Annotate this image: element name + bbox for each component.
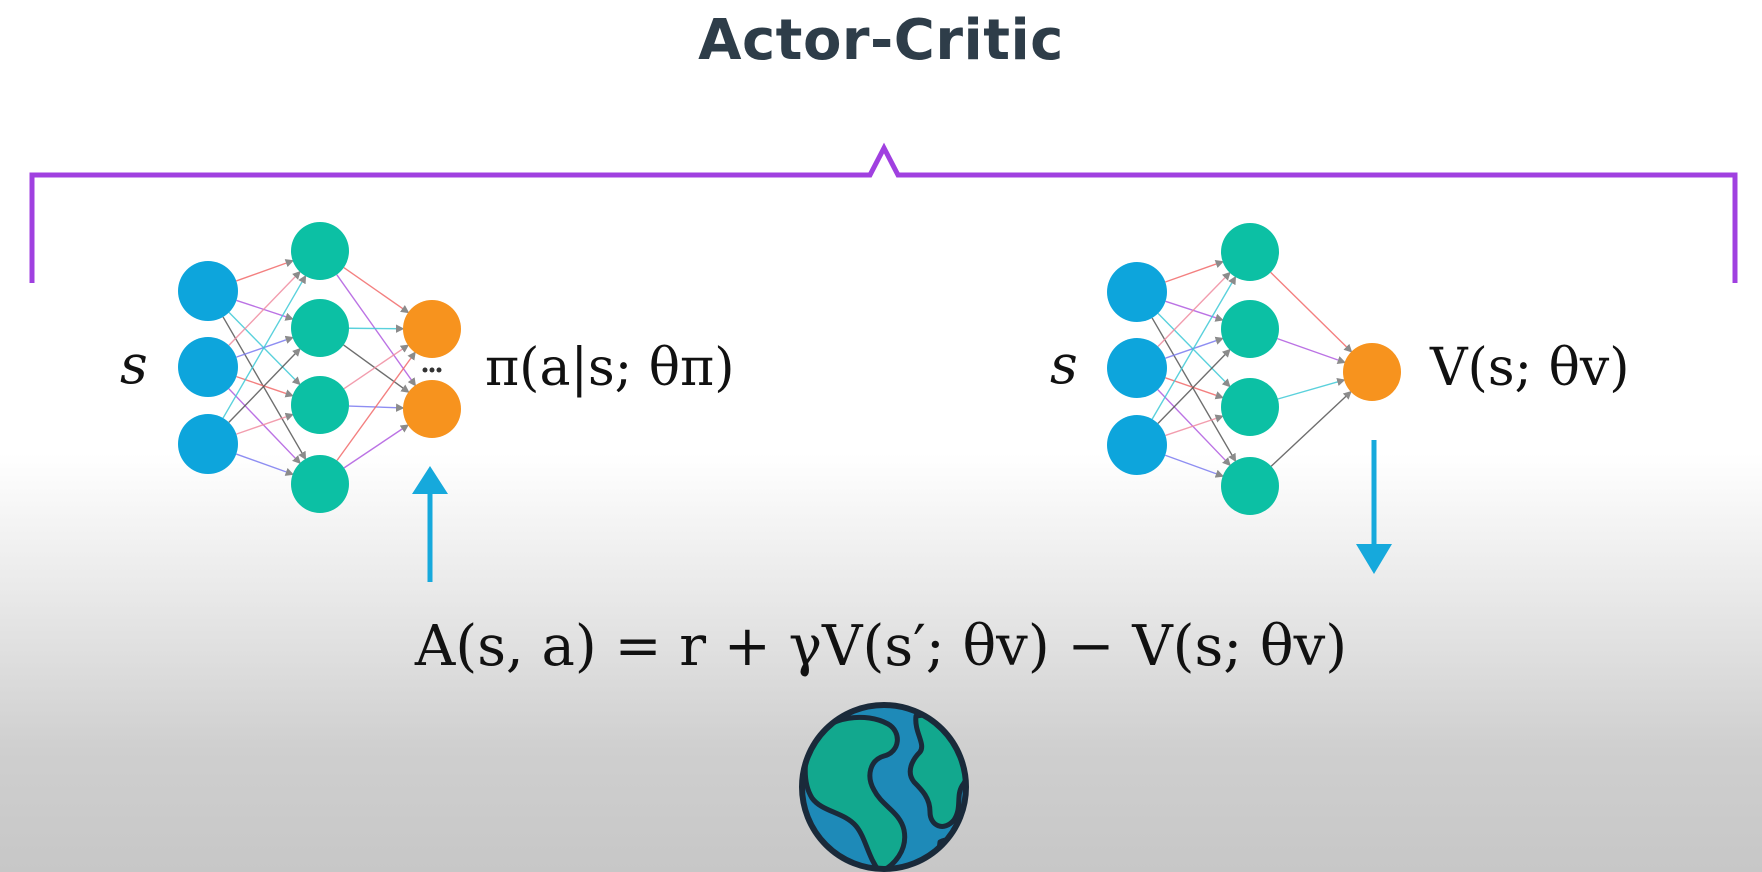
connection-edge [228, 270, 301, 346]
ellipsis-dots [422, 367, 442, 373]
connection-edge [228, 311, 301, 386]
connection-edge [1157, 271, 1231, 347]
connection-edge [1270, 271, 1353, 353]
critic-input-layer [1107, 262, 1167, 475]
critic-hidden-node [1221, 223, 1279, 281]
critic-input-node [1107, 262, 1167, 322]
actor-output-node [403, 380, 461, 438]
critic-connections [1151, 260, 1353, 478]
advantage-equation: A(s, a) = r + γV(s′; θv) − V(s; θv) [414, 614, 1347, 679]
connection-edge [1277, 377, 1346, 400]
advantage-to-actor-arrow [412, 466, 448, 582]
connection-edge [228, 347, 301, 423]
critic-input-label: s [1050, 333, 1078, 396]
critic-network: s V(s; θv) [1050, 223, 1630, 515]
critic-input-node [1107, 338, 1167, 398]
connection-edge [236, 412, 294, 435]
critic-hidden-layer [1221, 223, 1279, 515]
connection-edge [236, 299, 294, 321]
actor-connections [222, 259, 417, 476]
earth-globe-icon [799, 702, 969, 872]
critic-output-layer [1343, 343, 1401, 401]
critic-output-label: V(s; θv) [1429, 338, 1630, 398]
actor-hidden-node [291, 222, 349, 280]
critic-hidden-node [1221, 457, 1279, 515]
connection-edge [228, 388, 301, 465]
critic-hidden-node [1221, 300, 1279, 358]
actor-input-label: s [120, 333, 148, 396]
critic-to-advantage-arrow [1356, 440, 1392, 574]
connection-edge [343, 266, 410, 314]
actor-output-label: π(a|s; θπ) [485, 338, 735, 398]
actor-hidden-node [291, 455, 349, 513]
critic-input-node [1107, 415, 1167, 475]
actor-hidden-node [291, 299, 349, 357]
critic-hidden-node [1221, 378, 1279, 436]
connection-edge [1165, 414, 1224, 437]
connection-edge [1270, 390, 1352, 467]
actor-input-node [178, 261, 238, 321]
actor-input-node [178, 414, 238, 474]
connection-edge [1157, 389, 1231, 467]
actor-output-layer [403, 300, 461, 438]
connection-edge [343, 424, 410, 469]
actor-hidden-layer [291, 222, 349, 513]
actor-input-node [178, 337, 238, 397]
actor-input-layer [178, 261, 238, 474]
connection-edge [1157, 312, 1231, 388]
actor-critic-diagram: s π(a|s; θπ) s V(s; θv) A(s, a) = r + γV… [29, 142, 1738, 872]
connection-edge [1165, 300, 1224, 322]
critic-output-node [1343, 343, 1401, 401]
connection-edge [1157, 348, 1231, 424]
connection-edge [236, 453, 295, 476]
connection-edge [236, 259, 295, 282]
actor-network: s π(a|s; θπ) [120, 222, 735, 513]
actor-output-node [403, 300, 461, 358]
actor-hidden-node [291, 376, 349, 434]
connection-edge [1165, 260, 1224, 283]
connection-edge [1277, 337, 1346, 364]
connection-edge [1164, 454, 1225, 478]
